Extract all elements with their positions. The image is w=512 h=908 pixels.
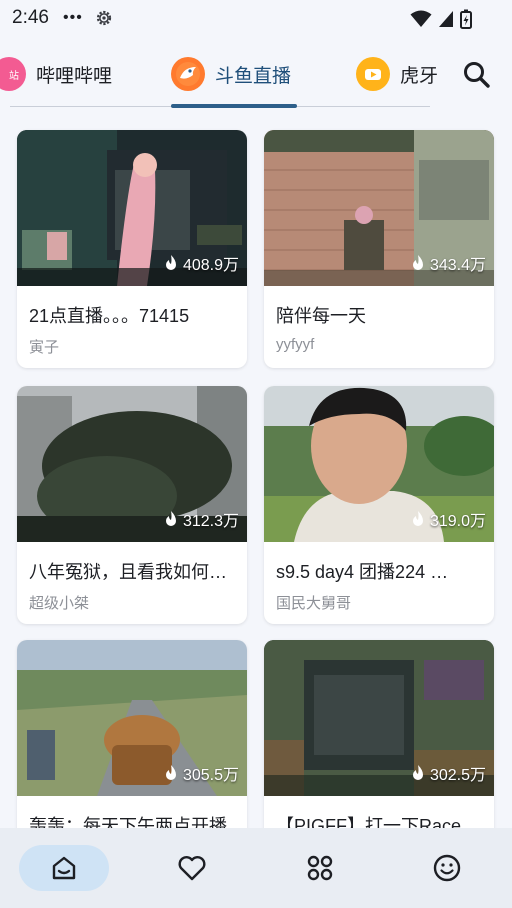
stream-thumbnail: 302.5万 bbox=[264, 640, 494, 796]
viewer-count: 343.4万 bbox=[410, 251, 486, 275]
tab-label: 虎牙 bbox=[400, 65, 439, 87]
stream-title: 陪伴每一天 bbox=[276, 306, 366, 326]
streamer-name: 寅子 bbox=[29, 339, 60, 356]
stream-title: s9.5 day4 团播224 … bbox=[276, 562, 449, 582]
tab-huya[interactable]: 虎牙 bbox=[356, 48, 438, 100]
nav-home[interactable] bbox=[19, 845, 109, 891]
stream-thumbnail: 408.9万 bbox=[17, 130, 247, 286]
viewer-count: 305.5万 bbox=[163, 761, 239, 785]
fire-icon bbox=[165, 511, 176, 526]
nav-profile[interactable] bbox=[402, 845, 492, 891]
status-time: 2:46 bbox=[12, 7, 49, 28]
tab-label: 哔哩哔哩 bbox=[36, 65, 113, 87]
streamer-name: 超级小桀 bbox=[29, 595, 90, 612]
bottom-navigation bbox=[0, 828, 512, 908]
stream-card[interactable]: 343.4万 陪伴每一天 yyfyyf bbox=[264, 130, 494, 368]
viewer-count-text: 312.3万 bbox=[182, 513, 239, 530]
stream-thumbnail: 343.4万 bbox=[264, 130, 494, 286]
stream-thumbnail: 305.5万 bbox=[17, 640, 247, 796]
viewer-count: 302.5万 bbox=[410, 761, 486, 785]
nav-categories[interactable] bbox=[275, 845, 365, 891]
viewer-count: 312.3万 bbox=[163, 507, 239, 531]
battery-icon bbox=[460, 9, 472, 29]
grid-icon bbox=[307, 855, 333, 881]
tab-label: 斗鱼直播 bbox=[215, 65, 292, 87]
bilibili-logo-icon: 站 bbox=[0, 57, 26, 91]
fire-icon bbox=[412, 511, 423, 526]
viewer-count-text: 319.0万 bbox=[429, 513, 486, 530]
more-notifications-icon: ••• bbox=[62, 9, 83, 26]
fire-icon bbox=[412, 765, 423, 780]
signal-icon bbox=[439, 11, 453, 27]
stream-thumbnail: 312.3万 bbox=[17, 386, 247, 542]
home-icon bbox=[52, 856, 76, 880]
tab-bilibili[interactable]: 站 哔哩哔哩 bbox=[0, 48, 112, 100]
status-icons bbox=[410, 9, 472, 29]
viewer-count-text: 302.5万 bbox=[429, 767, 486, 784]
settings-gear-icon bbox=[96, 10, 111, 26]
tab-douyu[interactable]: 斗鱼直播 bbox=[171, 48, 291, 100]
status-bar: 2:46 ••• bbox=[0, 0, 512, 36]
fire-icon bbox=[165, 765, 176, 780]
wifi-icon bbox=[410, 10, 432, 27]
stream-title: 八年冤狱，且看我如何翻案 bbox=[29, 562, 239, 582]
viewer-count-text: 305.5万 bbox=[182, 767, 239, 784]
douyu-logo-icon bbox=[171, 57, 205, 91]
platform-tabs: 站 哔哩哔哩 斗鱼直播 虎牙 bbox=[0, 48, 512, 108]
nav-favorites[interactable] bbox=[147, 845, 237, 891]
streamer-name: yyfyyf bbox=[276, 336, 315, 353]
huya-logo-icon bbox=[356, 57, 390, 91]
stream-thumbnail: 319.0万 bbox=[264, 386, 494, 542]
streamer-name: 国民大舅哥 bbox=[276, 595, 352, 612]
active-tab-indicator bbox=[171, 104, 297, 108]
viewer-count-text: 408.9万 bbox=[182, 257, 239, 274]
heart-icon bbox=[178, 856, 206, 881]
stream-title: 21点直播。。。71415 bbox=[29, 306, 190, 326]
stream-card[interactable]: 312.3万 八年冤狱，且看我如何翻案 超级小桀 bbox=[17, 386, 247, 624]
stream-card[interactable]: 408.9万 21点直播。。。71415 寅子 bbox=[17, 130, 247, 368]
fire-icon bbox=[165, 255, 176, 270]
smiley-icon bbox=[433, 854, 461, 882]
search-icon[interactable] bbox=[460, 58, 494, 92]
stream-card[interactable]: 319.0万 s9.5 day4 团播224 … 国民大舅哥 bbox=[264, 386, 494, 624]
viewer-count-text: 343.4万 bbox=[429, 257, 486, 274]
fire-icon bbox=[412, 255, 423, 270]
viewer-count: 408.9万 bbox=[163, 251, 239, 275]
viewer-count: 319.0万 bbox=[410, 507, 486, 531]
